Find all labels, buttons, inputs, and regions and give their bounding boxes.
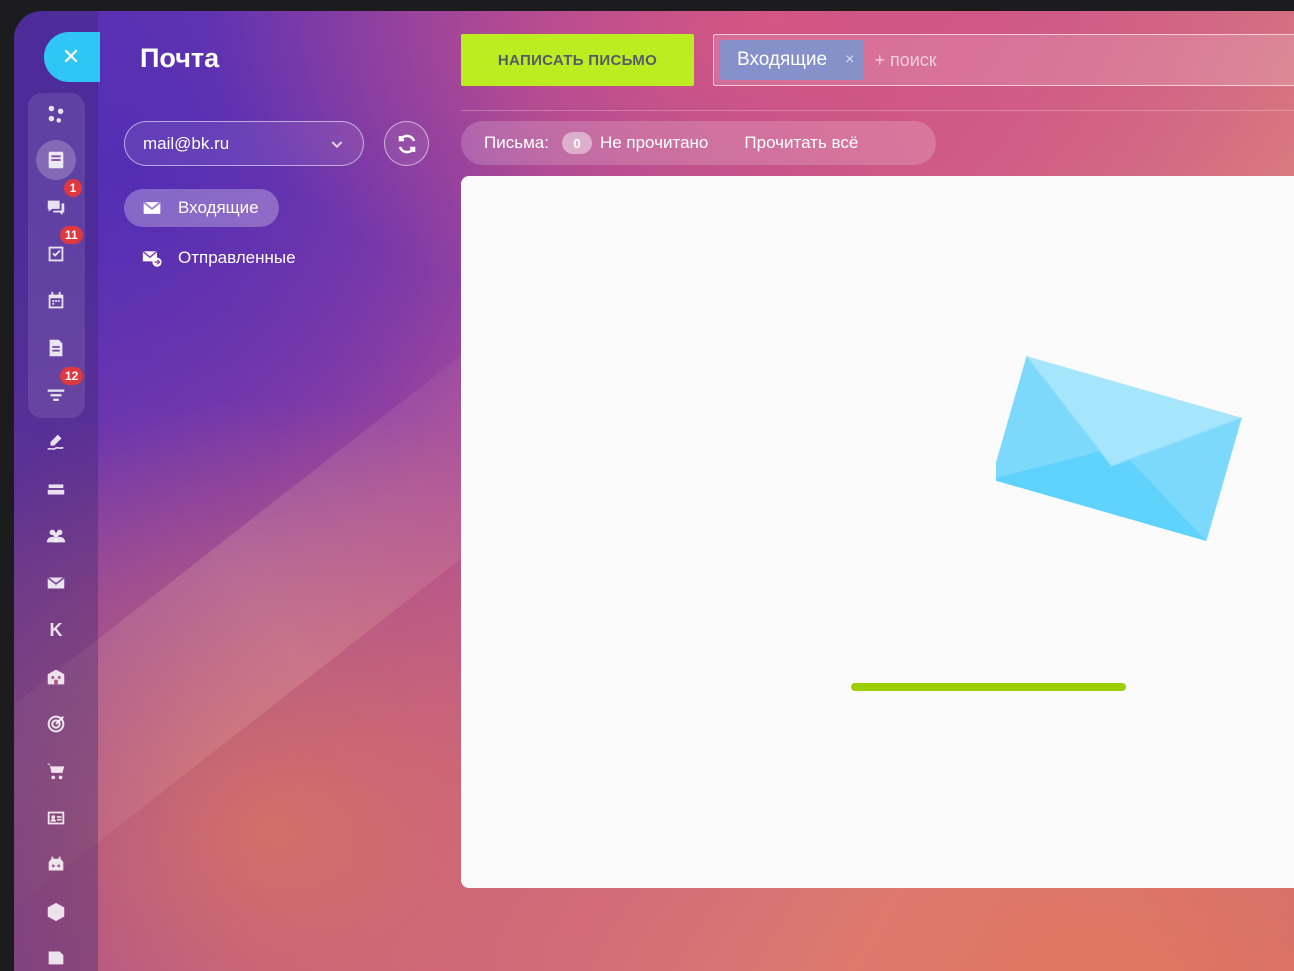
mail-icon[interactable]	[36, 565, 76, 601]
remove-filter-icon[interactable]: ×	[845, 51, 854, 69]
robot-icon[interactable]	[36, 847, 76, 883]
mail-stats-bar: Письма: 0 Не прочитано Прочитать всё	[461, 121, 936, 165]
k-letter-icon[interactable]: K	[36, 612, 76, 648]
account-value: mail@bk.ru	[143, 133, 230, 153]
target-icon[interactable]	[36, 706, 76, 742]
box-icon[interactable]	[36, 894, 76, 930]
compose-button[interactable]: НАПИСАТЬ ПИСЬМО	[461, 34, 694, 86]
document-icon[interactable]	[36, 330, 76, 366]
feed-icon[interactable]	[36, 140, 76, 180]
building-icon[interactable]	[36, 659, 76, 695]
page-title: Почта	[140, 43, 220, 73]
cart-icon[interactable]	[36, 753, 76, 789]
folder-label: Входящие	[178, 198, 259, 217]
stats-label: Письма:	[484, 133, 549, 152]
loading-progress-fill	[851, 683, 1126, 691]
unread-count-badge: 0	[561, 132, 592, 154]
inbox-tray-icon[interactable]	[36, 471, 76, 507]
search-input[interactable]	[872, 48, 1177, 72]
envelope-sent-icon	[142, 248, 162, 268]
close-button[interactable]: ✕	[44, 32, 100, 82]
filter-tag-inbox[interactable]: Входящие ×	[720, 40, 865, 80]
folder-label: Отправленные	[178, 248, 296, 267]
mail-app-window: ✕ 1 11 12 K Почта mail@bk.ru Входящие От…	[14, 11, 1294, 971]
mail-list-panel	[461, 176, 1294, 888]
left-nav-rail: ✕ 1 11 12 K	[14, 11, 100, 971]
more-icon[interactable]	[36, 939, 76, 971]
filter-tag-label: Входящие	[737, 49, 828, 70]
folder-inbox[interactable]: Входящие	[124, 189, 279, 227]
envelope-illustration-icon	[996, 356, 1243, 542]
chat-icon[interactable]: 1	[36, 179, 82, 225]
envelope-icon	[142, 198, 162, 218]
refresh-icon	[398, 134, 415, 153]
refresh-button[interactable]	[384, 121, 429, 166]
calendar-icon[interactable]	[36, 283, 76, 319]
chat-badge: 1	[64, 179, 82, 197]
toolbar-divider	[461, 110, 1294, 111]
tasks-icon[interactable]: 11	[36, 226, 83, 272]
tasks-badge: 11	[60, 226, 83, 244]
search-filter-box[interactable]: Входящие ×	[713, 34, 1294, 86]
folder-sent[interactable]: Отправленные	[124, 239, 316, 277]
unread-filter-link[interactable]: Не прочитано	[600, 133, 708, 153]
signature-icon[interactable]	[36, 424, 76, 460]
crm-badge: 12	[60, 367, 84, 385]
team-icon[interactable]	[36, 518, 76, 554]
crm-filter-icon[interactable]: 12	[36, 367, 84, 413]
loading-progress-bar	[851, 683, 1294, 691]
account-select[interactable]: mail@bk.ru	[124, 121, 364, 166]
read-all-link[interactable]: Прочитать всё	[744, 133, 858, 153]
chevron-down-icon	[331, 140, 343, 148]
contact-card-icon[interactable]	[36, 800, 76, 836]
close-icon: ✕	[61, 44, 81, 69]
share-network-icon[interactable]	[36, 96, 76, 132]
